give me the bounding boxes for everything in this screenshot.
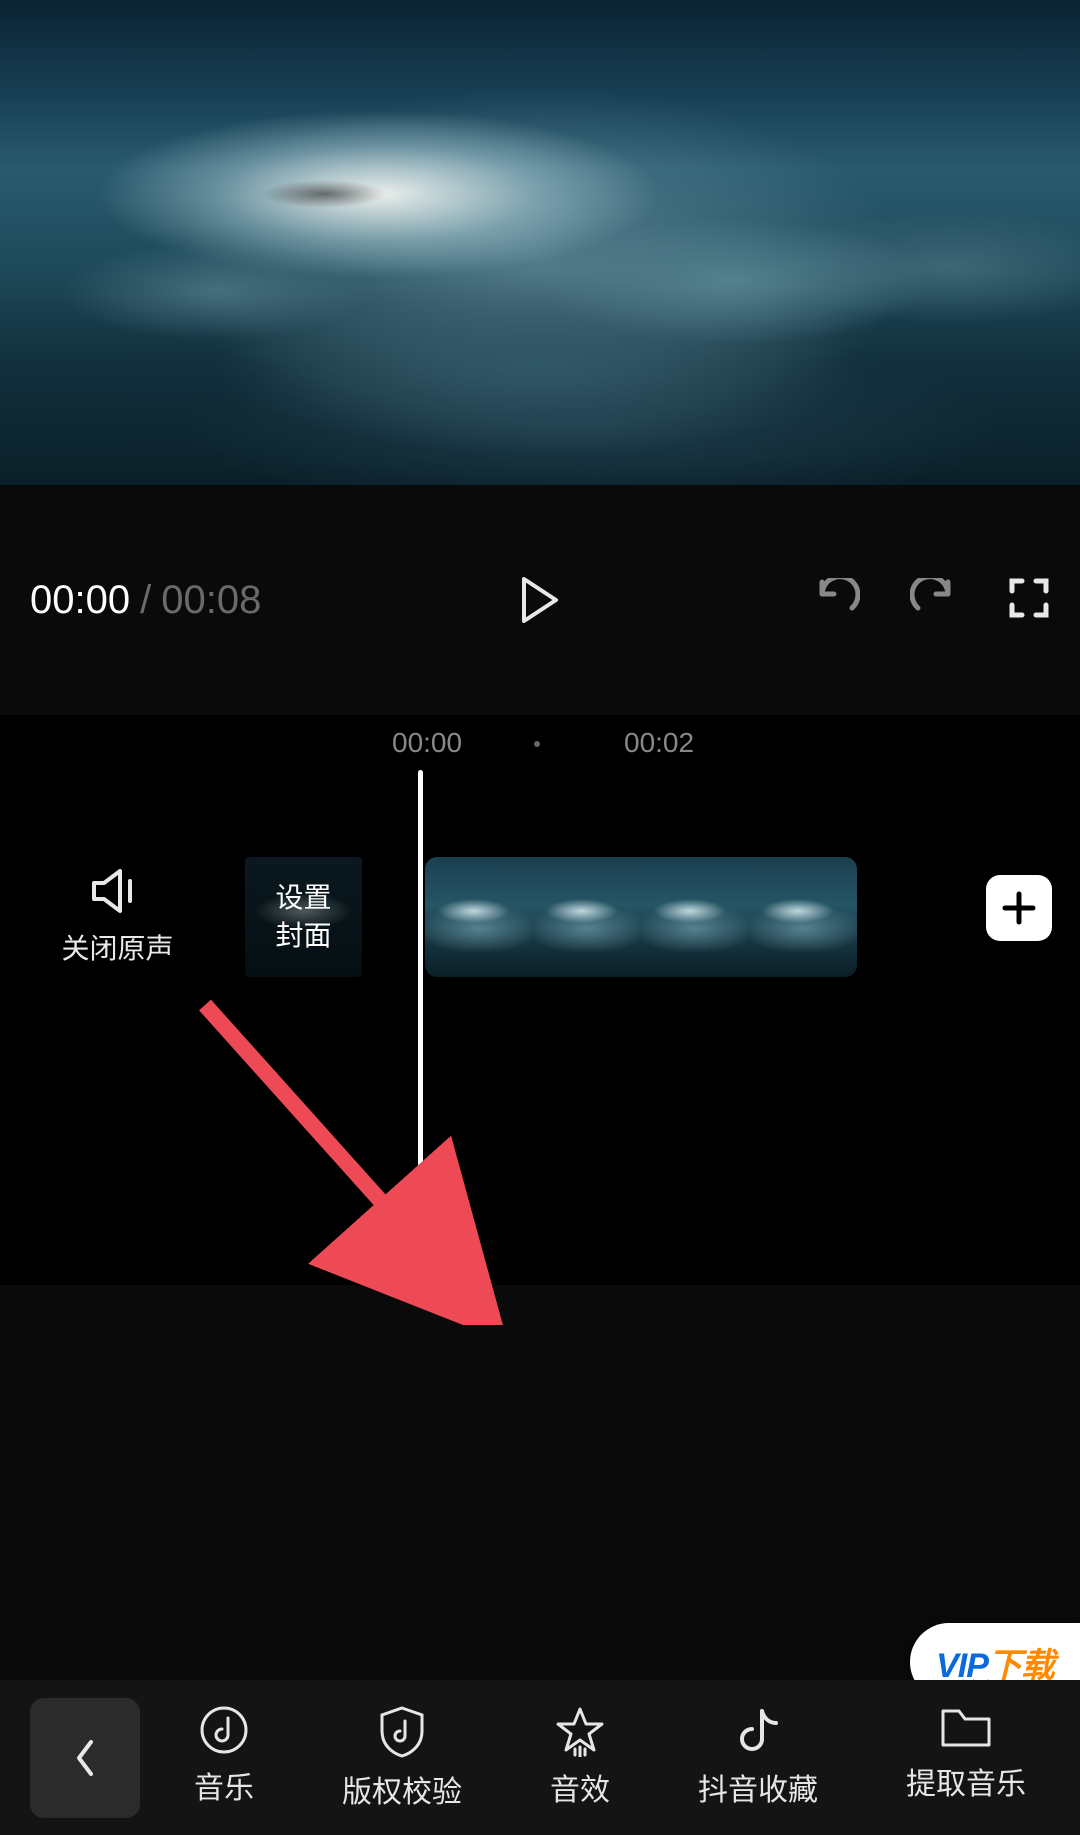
tab-label: 音效 xyxy=(550,1765,610,1809)
tab-extract-music[interactable]: 提取音乐 xyxy=(906,1705,1026,1811)
chevron-left-icon xyxy=(73,1738,97,1778)
undo-button[interactable] xyxy=(812,578,860,623)
video-clip[interactable] xyxy=(425,857,857,977)
music-note-icon xyxy=(199,1705,249,1755)
tab-copyright-check[interactable]: 版权校验 xyxy=(342,1705,462,1811)
total-time: 00:08 xyxy=(161,578,261,623)
star-sound-icon xyxy=(553,1705,607,1757)
current-time: 00:00 xyxy=(30,578,130,623)
ruler-tick xyxy=(534,741,540,747)
playback-controls: 00:00 / 00:08 xyxy=(0,485,1080,715)
timeline[interactable]: 00:00 00:02 关闭原声 设置 封面 xyxy=(0,715,1080,1285)
tab-douyin-favorites[interactable]: 抖音收藏 xyxy=(698,1705,818,1811)
mute-original-audio-button[interactable]: 关闭原声 xyxy=(0,867,235,967)
speaker-icon xyxy=(90,867,146,915)
clip-thumbnail xyxy=(425,857,533,977)
timeline-track: 关闭原声 设置 封面 xyxy=(0,857,1080,977)
tab-label: 音乐 xyxy=(194,1763,254,1807)
tab-label: 抖音收藏 xyxy=(698,1765,818,1809)
tab-music[interactable]: 音乐 xyxy=(194,1705,254,1811)
ruler-mark: 00:00 xyxy=(392,727,462,759)
tab-label: 提取音乐 xyxy=(906,1759,1026,1803)
bottom-toolbar: 音乐 版权校验 音效 抖音收藏 提取音乐 xyxy=(0,1680,1080,1835)
folder-icon xyxy=(939,1705,993,1751)
mute-label: 关闭原声 xyxy=(61,927,173,967)
play-button[interactable] xyxy=(520,577,560,623)
clip-thumbnail xyxy=(641,857,749,977)
preview-frame-image xyxy=(0,0,1080,485)
douyin-icon xyxy=(734,1705,782,1757)
playhead[interactable] xyxy=(418,770,423,1285)
plus-icon xyxy=(1002,891,1036,925)
time-display: 00:00 / 00:08 xyxy=(30,578,261,623)
play-icon xyxy=(520,577,560,623)
back-button[interactable] xyxy=(30,1698,140,1818)
video-preview[interactable] xyxy=(0,0,1080,485)
clip-thumbnail xyxy=(533,857,641,977)
cover-label-l1: 设置 xyxy=(275,879,331,917)
tab-label: 版权校验 xyxy=(342,1767,462,1811)
clip-thumbnail xyxy=(749,857,857,977)
fullscreen-button[interactable] xyxy=(1008,577,1050,624)
redo-button[interactable] xyxy=(910,578,958,623)
time-ruler: 00:00 00:02 xyxy=(0,727,1080,767)
add-clip-button[interactable] xyxy=(986,875,1052,941)
redo-icon xyxy=(910,578,958,618)
set-cover-button[interactable]: 设置 封面 xyxy=(245,857,362,977)
time-separator: / xyxy=(140,578,151,623)
undo-icon xyxy=(812,578,860,618)
tab-sound-effect[interactable]: 音效 xyxy=(550,1705,610,1811)
ruler-mark: 00:02 xyxy=(624,727,694,759)
cover-label-l2: 封面 xyxy=(275,917,331,955)
fullscreen-icon xyxy=(1008,577,1050,619)
shield-music-icon xyxy=(377,1705,427,1759)
